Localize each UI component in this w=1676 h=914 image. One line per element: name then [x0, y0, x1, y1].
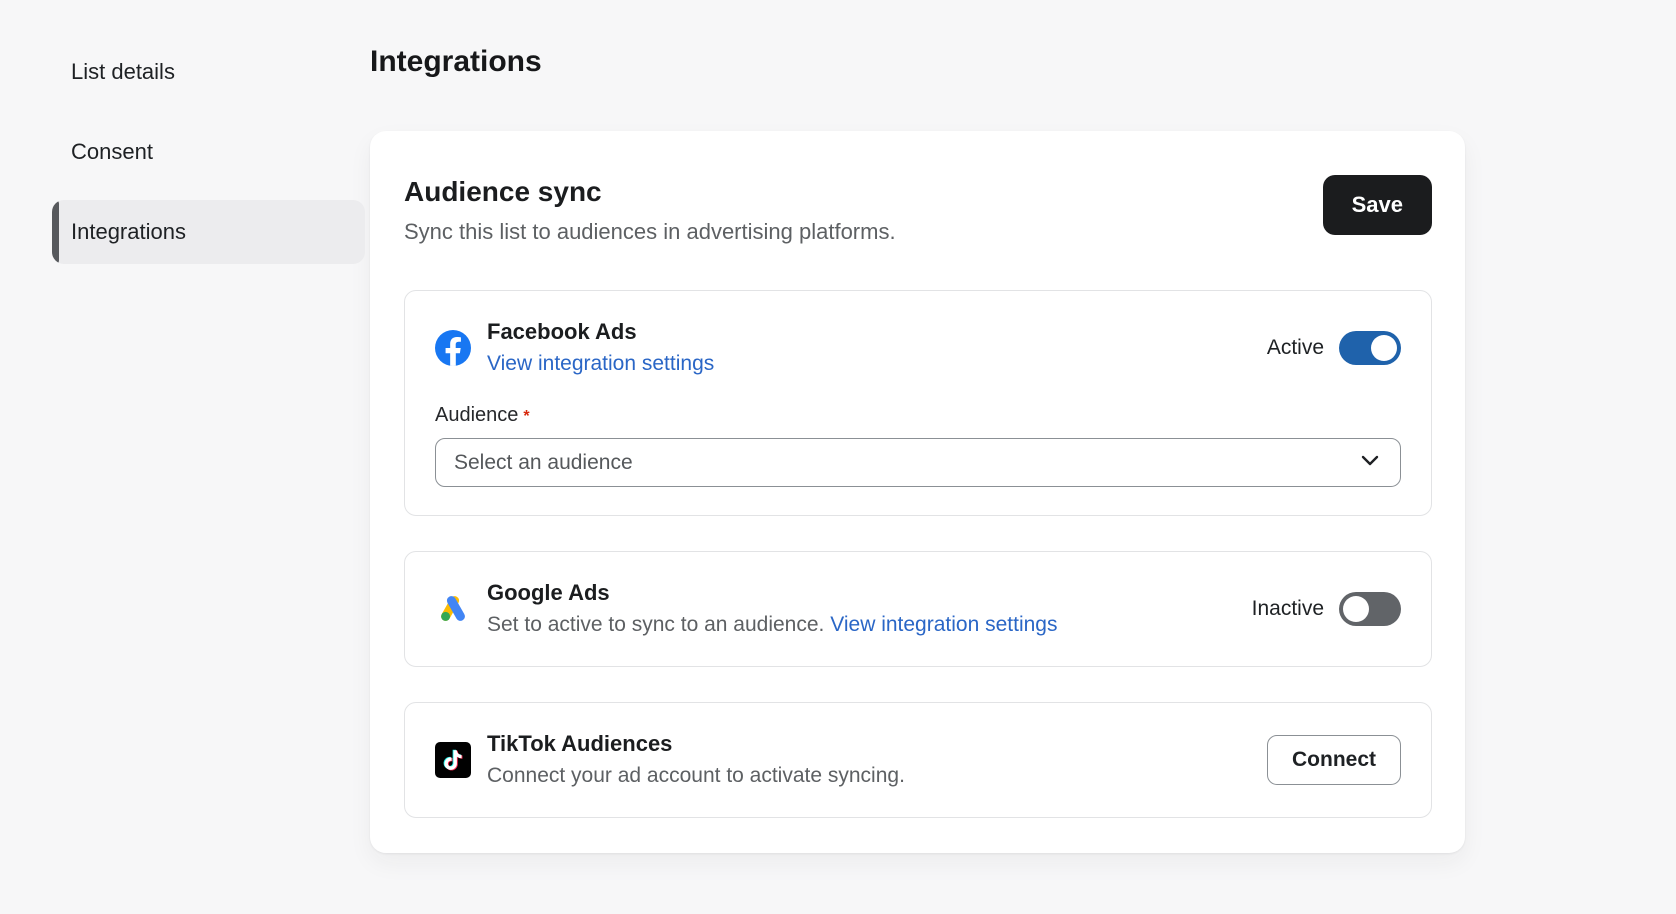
google-description: Set to active to sync to an audience.: [487, 613, 824, 636]
tiktok-titles: TikTok Audiences Connect your ad account…: [487, 731, 1247, 789]
facebook-settings-row: View integration settings: [487, 351, 1247, 377]
facebook-ads-row: Facebook Ads View integration settings A…: [435, 319, 1401, 377]
settings-sidebar: List details Consent Integrations: [52, 40, 365, 914]
google-status-label: Inactive: [1252, 597, 1324, 621]
facebook-icon: [435, 330, 471, 366]
google-title: Google Ads: [487, 580, 1232, 606]
toggle-knob: [1343, 596, 1369, 622]
toggle-knob: [1371, 335, 1397, 361]
audience-field: Audience * Select an audience: [435, 404, 1401, 487]
sidebar-item-integrations[interactable]: Integrations: [52, 200, 365, 264]
facebook-view-settings-link[interactable]: View integration settings: [487, 352, 714, 375]
selected-indicator-bar: [52, 200, 59, 264]
selected-indicator-bar: [52, 40, 59, 104]
selected-indicator-bar: [52, 120, 59, 184]
panel-header: Audience sync Sync this list to audience…: [404, 175, 1432, 246]
sidebar-item-consent[interactable]: Consent: [52, 120, 365, 184]
tiktok-description: Connect your ad account to activate sync…: [487, 763, 1247, 789]
chevron-down-icon: [1358, 448, 1382, 477]
google-active-toggle[interactable]: [1339, 592, 1401, 626]
google-ads-card: Google Ads Set to active to sync to an a…: [404, 551, 1432, 667]
sidebar-item-label: List details: [71, 59, 175, 85]
page-title: Integrations: [370, 44, 1465, 80]
panel-subtitle: Sync this list to audiences in advertisi…: [404, 218, 896, 246]
facebook-titles: Facebook Ads View integration settings: [487, 319, 1247, 377]
audience-select[interactable]: Select an audience: [435, 438, 1401, 487]
audience-sync-panel: Audience sync Sync this list to audience…: [370, 131, 1465, 853]
tiktok-connect-button[interactable]: Connect: [1267, 735, 1401, 785]
facebook-status-group: Active: [1267, 331, 1401, 365]
sidebar-item-label: Consent: [71, 139, 153, 165]
panel-title: Audience sync: [404, 175, 896, 209]
google-titles: Google Ads Set to active to sync to an a…: [487, 580, 1232, 638]
tiktok-row: TikTok Audiences Connect your ad account…: [435, 731, 1401, 789]
google-ads-row: Google Ads Set to active to sync to an a…: [435, 580, 1401, 638]
audience-field-label: Audience: [435, 404, 518, 426]
panel-header-text: Audience sync Sync this list to audience…: [404, 175, 896, 246]
main-content: Integrations Audience sync Sync this lis…: [370, 0, 1465, 914]
google-status-group: Inactive: [1252, 592, 1401, 626]
facebook-active-toggle[interactable]: [1339, 331, 1401, 365]
tiktok-title: TikTok Audiences: [487, 731, 1247, 757]
facebook-ads-card: Facebook Ads View integration settings A…: [404, 290, 1432, 516]
facebook-title: Facebook Ads: [487, 319, 1247, 345]
facebook-status-label: Active: [1267, 336, 1324, 360]
save-button[interactable]: Save: [1323, 175, 1432, 235]
google-ads-icon: [435, 591, 471, 627]
sidebar-item-list-details[interactable]: List details: [52, 40, 365, 104]
sidebar-item-label: Integrations: [71, 219, 186, 245]
google-description-row: Set to active to sync to an audience. Vi…: [487, 612, 1232, 638]
tiktok-audiences-card: TikTok Audiences Connect your ad account…: [404, 702, 1432, 818]
google-view-settings-link[interactable]: View integration settings: [830, 613, 1057, 636]
audience-select-placeholder: Select an audience: [454, 451, 1358, 475]
required-asterisk: *: [523, 408, 529, 425]
tiktok-icon: [435, 742, 471, 778]
